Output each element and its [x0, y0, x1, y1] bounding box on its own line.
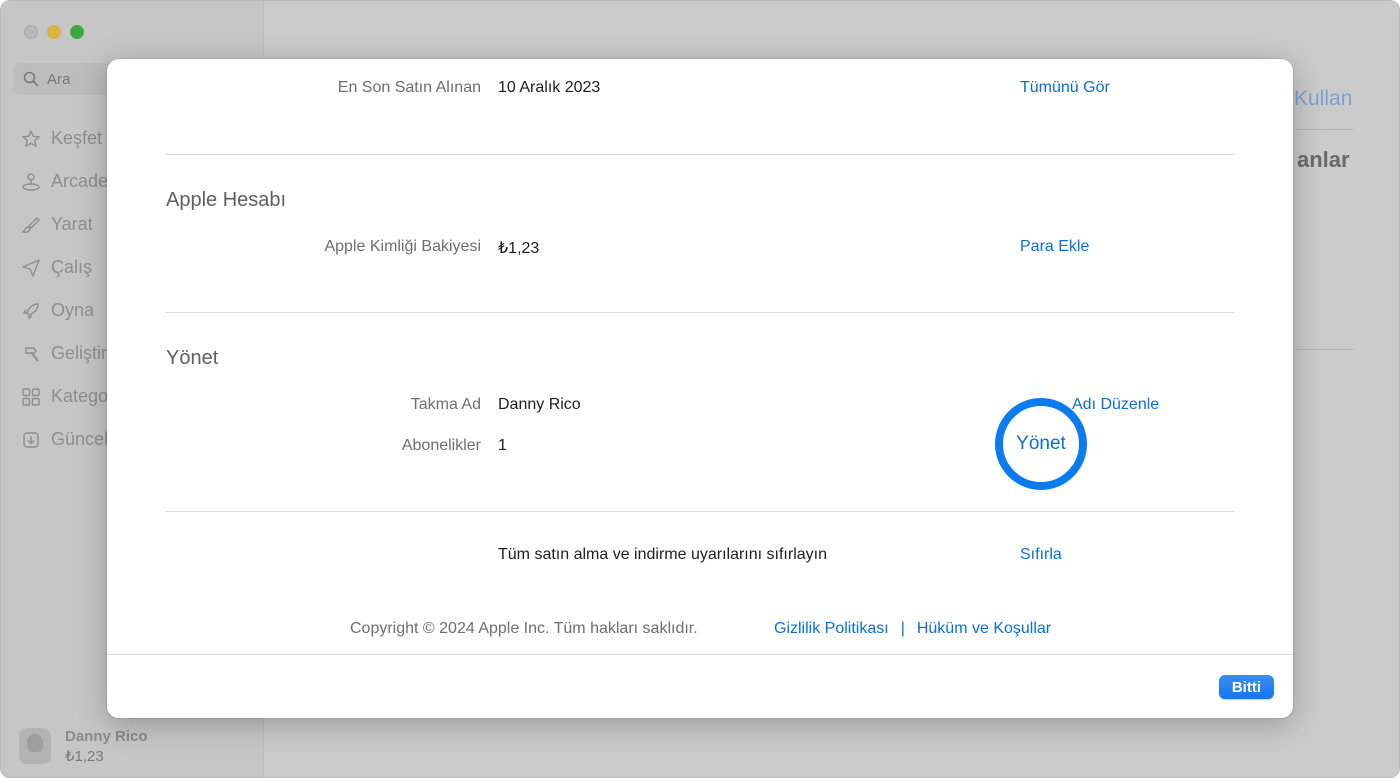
manage-subscriptions-link[interactable]: Yönet	[1016, 433, 1066, 455]
sidebar-item-oyna[interactable]: Oyna	[21, 289, 108, 332]
done-button[interactable]: Bitti	[1218, 675, 1274, 699]
sidebar-item-guncellemeler[interactable]: Güncel	[21, 418, 108, 461]
avatar	[19, 728, 51, 764]
apple-account-section-title: Apple Hesabı	[166, 189, 287, 211]
sidebar-item-label: Çalış	[51, 257, 93, 277]
download-icon	[23, 431, 39, 448]
divider	[166, 511, 1235, 512]
subscriptions-label: Abonelikler	[401, 437, 481, 454]
minimize-window-button[interactable]	[47, 25, 61, 39]
rocket-icon	[22, 302, 39, 319]
sidebar-item-label: Keşfet	[51, 128, 103, 148]
sidebar-item-arcade[interactable]: Arcade	[21, 160, 108, 203]
sidebar-item-kategoriler[interactable]: Katego	[21, 375, 108, 418]
window-controls	[24, 25, 84, 39]
apple-id-balance-value: ₺1,23	[498, 240, 540, 257]
see-all-link[interactable]: Tümünü Gör	[1020, 79, 1110, 97]
background-link: Kullan	[1294, 87, 1353, 110]
sidebar-item-label: Katego	[51, 386, 109, 406]
nickname-value: Danny Rico	[498, 396, 581, 413]
search-placeholder: Ara	[47, 70, 71, 88]
sidebar-item-label: Arcade	[51, 171, 109, 191]
sidebar-item-label: Yarat	[51, 214, 93, 234]
add-funds-link[interactable]: Para Ekle	[1020, 238, 1089, 256]
grid-icon	[22, 387, 40, 406]
nickname-label: Takma Ad	[410, 396, 481, 413]
reset-link[interactable]: Sıfırla	[1020, 546, 1062, 564]
divider	[1296, 349, 1354, 350]
paper-plane-icon	[22, 258, 40, 277]
zoom-window-button[interactable]	[70, 25, 84, 39]
account-settings-sheet: En Son Satın Alınan 10 Aralık 2023 Tümün…	[107, 59, 1293, 718]
copyright-text: Copyright © 2024 Apple Inc. Tüm hakları …	[350, 620, 698, 637]
edit-name-link[interactable]: Adı Düzenle	[1072, 396, 1159, 414]
sidebar-item-calis[interactable]: Çalış	[21, 246, 108, 289]
sidebar-item-label: Güncel	[51, 429, 109, 449]
sidebar-item-yarat[interactable]: Yarat	[21, 203, 108, 246]
joystick-icon	[22, 172, 40, 191]
terms-link[interactable]: Hüküm ve Koşullar	[917, 620, 1051, 638]
footer-separator: |	[900, 620, 905, 637]
sidebar-item-gelistir[interactable]: Geliştir	[21, 332, 108, 375]
manage-section-title: Yönet	[166, 347, 219, 369]
footer-links: Gizlilik Politikası | Hüküm ve Koşullar	[774, 620, 1051, 638]
background-heading: anlar	[1297, 147, 1350, 172]
privacy-policy-link[interactable]: Gizlilik Politikası	[774, 620, 889, 638]
divider	[166, 154, 1235, 155]
profile-name: Danny Rico	[65, 727, 148, 745]
highlighted-manage-subscriptions[interactable]: Yönet	[995, 398, 1087, 490]
reset-warnings-text: Tüm satın alma ve indirme uyarılarını sı…	[498, 546, 827, 563]
star-icon	[22, 129, 40, 147]
sidebar-nav: Keşfet Arcade Yarat Çalış Oyna Geliştir	[21, 117, 108, 461]
search-icon	[23, 71, 39, 87]
last-purchase-label: En Son Satın Alınan	[337, 79, 481, 96]
apple-id-balance-label: Apple Kimliği Bakiyesi	[324, 238, 481, 255]
profile-balance: ₺1,23	[65, 747, 104, 765]
sidebar-item-kesfet[interactable]: Keşfet	[21, 117, 108, 160]
account-profile[interactable]: Danny Rico ₺1,23	[1, 713, 264, 777]
last-purchase-value: 10 Aralık 2023	[498, 79, 601, 96]
sidebar-item-label: Oyna	[51, 300, 95, 320]
brush-icon	[21, 216, 40, 233]
divider	[1296, 129, 1354, 130]
close-window-button[interactable]	[24, 25, 38, 39]
hammer-icon	[25, 346, 39, 362]
sidebar-item-label: Geliştir	[51, 343, 108, 363]
sheet-bottom-bar: Bitti	[107, 654, 1293, 718]
subscriptions-count: 1	[498, 437, 507, 454]
divider	[166, 312, 1235, 313]
